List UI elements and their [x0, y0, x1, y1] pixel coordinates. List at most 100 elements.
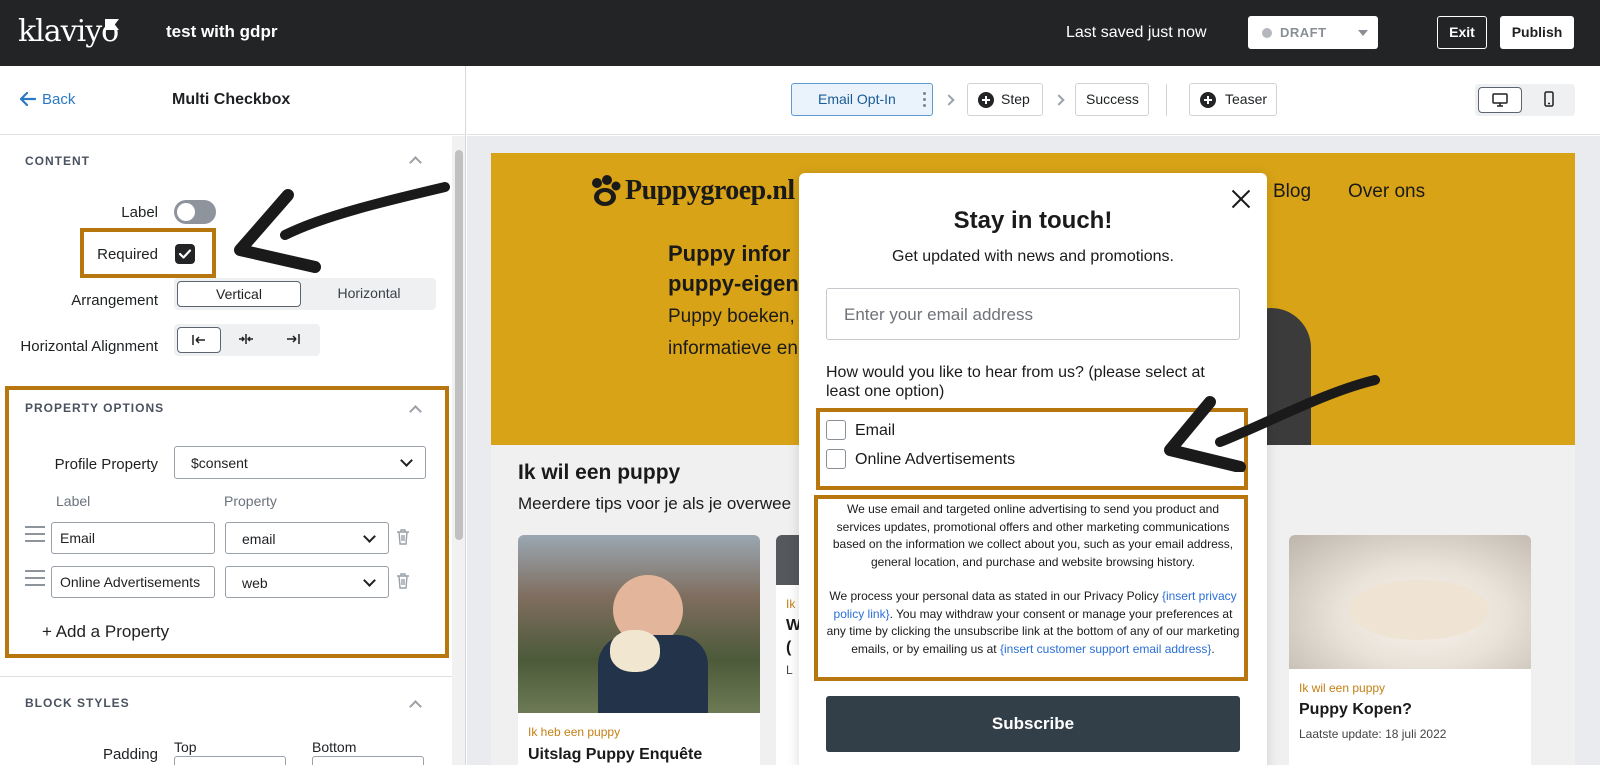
step-label: Teaser	[1225, 91, 1268, 107]
hero-heading-line: Puppy infor	[668, 241, 791, 266]
panel-header: Back Multi Checkbox	[0, 66, 465, 135]
arrangement-horizontal[interactable]: Horizontal	[305, 281, 433, 307]
align-right-icon[interactable]	[271, 327, 315, 353]
status-label: DRAFT	[1280, 25, 1327, 40]
klaviyo-logo[interactable]: klaviyo	[18, 14, 119, 49]
consent-question[interactable]: How would you like to hear from us? (ple…	[826, 363, 1236, 401]
email-input[interactable]: Enter your email address	[826, 288, 1240, 340]
option-property-select[interactable]: web	[225, 566, 389, 598]
align-left-icon[interactable]	[177, 327, 221, 353]
ads-consent-checkbox[interactable]	[826, 449, 846, 469]
padding-top-label: Top	[174, 739, 197, 755]
label-toggle[interactable]	[174, 200, 216, 224]
padding-bottom-input[interactable]	[312, 756, 424, 765]
trash-icon[interactable]	[396, 528, 410, 546]
email-placeholder: Enter your email address	[844, 305, 1033, 324]
plus-circle-icon	[978, 92, 994, 108]
arrangement-vertical[interactable]: Vertical	[177, 281, 301, 307]
profile-property-select[interactable]: $consent	[174, 446, 426, 479]
label-toggle-label: Label	[121, 204, 158, 221]
section-heading: Ik wil een puppy	[518, 461, 681, 484]
device-preview-toggle	[1475, 84, 1575, 116]
email-consent-label[interactable]: Email	[855, 422, 895, 440]
check-icon	[178, 249, 192, 259]
exit-button[interactable]: Exit	[1437, 16, 1487, 49]
align-center-icon[interactable]	[224, 327, 268, 353]
section-divider	[0, 676, 452, 677]
close-icon[interactable]	[1231, 189, 1251, 209]
option-label-input[interactable]: Online Advertisements	[51, 566, 215, 598]
legal-text[interactable]: We use email and targeted online adverti…	[825, 501, 1241, 658]
back-link[interactable]: Back	[42, 91, 75, 108]
caret-down-icon	[1358, 30, 1368, 36]
padding-label: Padding	[102, 746, 158, 763]
chevron-up-icon[interactable]	[409, 156, 422, 169]
step-success[interactable]: Success	[1075, 83, 1149, 116]
required-label: Required	[97, 246, 158, 263]
chevron-right-icon	[943, 94, 955, 106]
hero-text-line: Puppy boeken,	[668, 306, 795, 327]
option-property-value: web	[242, 575, 268, 591]
card-tag: Ik	[786, 597, 796, 611]
form-name[interactable]: test with gdpr	[166, 22, 277, 42]
option-label-input[interactable]: Email	[51, 522, 215, 554]
card-image	[1289, 535, 1531, 669]
hero-heading: Puppy infor puppy-eigen	[668, 239, 799, 299]
legal-paragraph-2: We process your personal data as stated …	[826, 589, 1240, 656]
signup-popup: Stay in touch! Get updated with news and…	[799, 173, 1267, 765]
card-title: Uitslag Puppy Enquête	[528, 746, 703, 763]
step-add-teaser[interactable]: Teaser	[1189, 83, 1277, 116]
email-consent-checkbox[interactable]	[826, 420, 846, 440]
hero-text: Puppy boeken, informatieve en	[668, 301, 798, 365]
nav-over-ons: Over ons	[1348, 181, 1426, 202]
add-property-button[interactable]: + Add a Property	[42, 622, 169, 642]
arrangement-segmented: Vertical Horizontal	[174, 278, 436, 310]
padding-top-input[interactable]	[174, 756, 286, 765]
chevron-down-icon	[363, 530, 376, 543]
nav-blog: Blog	[1273, 181, 1312, 202]
step-add-step[interactable]: Step	[967, 83, 1043, 116]
drag-handle-icon[interactable]	[25, 570, 45, 588]
chevron-down-icon	[363, 574, 376, 587]
article-card: Ik wil een puppy Puppy Kopen? Laatste up…	[1289, 535, 1531, 765]
profile-property-label: Profile Property	[54, 456, 158, 473]
header-divider	[1166, 84, 1167, 116]
option-property-value: email	[242, 531, 276, 547]
plus-circle-icon	[1200, 92, 1216, 108]
ads-consent-label[interactable]: Online Advertisements	[855, 451, 1015, 469]
alignment-segmented	[174, 324, 320, 356]
step-email-opt-in[interactable]: Email Opt-In	[791, 83, 933, 116]
chevron-up-icon[interactable]	[409, 405, 422, 418]
drag-handle-icon[interactable]	[25, 526, 45, 544]
property-options-section-title[interactable]: PROPERTY OPTIONS	[25, 401, 164, 415]
hero-heading-line: puppy-eigen	[668, 271, 799, 296]
status-dropdown[interactable]: DRAFT	[1248, 16, 1378, 49]
card-title: Puppy Kopen?	[1299, 701, 1412, 718]
kebab-menu-icon[interactable]	[923, 92, 926, 110]
back-arrow-icon[interactable]	[20, 92, 36, 106]
panel-title: Multi Checkbox	[172, 91, 291, 108]
support-email-link[interactable]: {insert customer support email address}	[1000, 642, 1211, 656]
popup-title[interactable]: Stay in touch!	[799, 207, 1267, 235]
horizontal-alignment-label: Horizontal Alignment	[20, 338, 158, 355]
publish-button[interactable]: Publish	[1500, 16, 1574, 49]
legal-paragraph-1: We use email and targeted online adverti…	[832, 502, 1234, 569]
desktop-icon[interactable]	[1478, 87, 1522, 113]
card-tag: Ik heb een puppy	[528, 725, 621, 739]
block-styles-section-title[interactable]: BLOCK STYLES	[25, 696, 130, 710]
properties-panel: Back Multi Checkbox CONTENT Label Requir…	[0, 66, 466, 765]
popup-subtitle[interactable]: Get updated with news and promotions.	[799, 248, 1267, 266]
mobile-icon[interactable]	[1527, 87, 1571, 113]
status-dot-icon	[1262, 28, 1272, 38]
content-section-title[interactable]: CONTENT	[25, 154, 90, 168]
section-text: Meerdere tips voor je als je overwee	[518, 494, 792, 513]
subscribe-button[interactable]: Subscribe	[826, 696, 1240, 752]
scrollbar-thumb[interactable]	[455, 150, 463, 540]
profile-property-value: $consent	[191, 455, 248, 471]
option-property-select[interactable]: email	[225, 522, 389, 554]
chevron-up-icon[interactable]	[409, 700, 422, 713]
card-image	[518, 535, 760, 713]
required-checkbox[interactable]	[175, 244, 195, 264]
hero-text-line: informatieve en	[668, 338, 798, 359]
trash-icon[interactable]	[396, 572, 410, 590]
